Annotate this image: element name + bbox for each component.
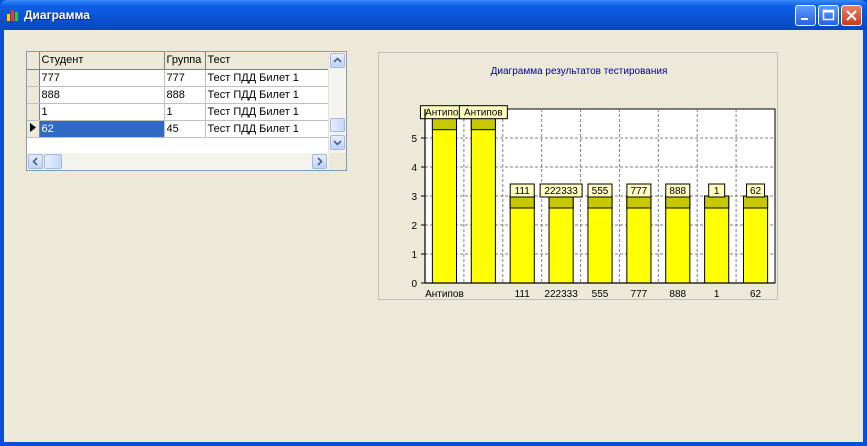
bar xyxy=(704,195,730,284)
y-tick-label: 2 xyxy=(411,221,417,232)
bar-cap xyxy=(743,195,769,209)
data-label: 62 xyxy=(750,186,762,197)
bar xyxy=(470,117,496,284)
window-title: Диаграмма xyxy=(24,8,90,22)
data-label: Антипов xyxy=(464,108,503,119)
bar-cap xyxy=(548,195,574,209)
chart: Диаграмма результатов тестирования 0 1 2 3 4… xyxy=(411,66,776,300)
title-bar[interactable]: Диаграмма xyxy=(0,0,867,30)
scroll-up-button[interactable] xyxy=(330,53,345,68)
plot-area: 012345АнтиповАнтиповАнтипов1111112223332… xyxy=(411,105,776,300)
vertical-scroll-thumb[interactable] xyxy=(330,118,345,132)
bar-cap xyxy=(509,195,535,209)
cell-group[interactable]: 45 xyxy=(164,120,206,138)
cell-group[interactable]: 888 xyxy=(164,86,206,104)
cell-test[interactable]: Тест ПДД Билет 1 xyxy=(205,103,330,121)
minimize-icon xyxy=(801,18,808,20)
horizontal-scrollbar[interactable] xyxy=(27,153,329,170)
x-tick-label: 1 xyxy=(714,289,720,299)
data-grid[interactable]: Студент Группа Тест 777 777 Тест ПДД Бил… xyxy=(26,51,347,171)
cell-test[interactable]: Тест ПДД Билет 1 xyxy=(205,86,330,104)
column-header-group[interactable]: Группа xyxy=(164,52,206,70)
bar xyxy=(431,117,457,284)
row-indicator-current[interactable] xyxy=(27,120,40,138)
bar xyxy=(509,195,535,284)
y-tick-label: 5 xyxy=(411,134,417,145)
scroll-right-button[interactable] xyxy=(312,154,327,169)
data-label: 1 xyxy=(714,186,720,197)
bar-cap xyxy=(665,195,691,209)
client-area: Студент Группа Тест 777 777 Тест ПДД Бил… xyxy=(4,30,863,442)
table-row-selected[interactable]: 62 45 Тест ПДД Билет 1 xyxy=(27,120,330,138)
grid-table: Студент Группа Тест 777 777 Тест ПДД Бил… xyxy=(27,52,330,138)
cell-test[interactable]: Тест ПДД Билет 1 xyxy=(205,120,330,138)
maximize-icon xyxy=(822,9,835,21)
scroll-down-button[interactable] xyxy=(330,135,345,150)
scroll-left-button[interactable] xyxy=(28,154,43,169)
data-label: 777 xyxy=(631,186,648,197)
arrow-left-icon xyxy=(32,157,38,166)
table-row[interactable]: 1 1 Тест ПДД Билет 1 xyxy=(27,103,330,121)
x-tick-label: 111 xyxy=(515,289,531,299)
row-indicator[interactable] xyxy=(27,103,40,121)
row-indicator[interactable] xyxy=(27,86,40,104)
x-tick-label: 555 xyxy=(592,289,609,299)
data-label: 888 xyxy=(669,186,686,197)
table-row[interactable]: 888 888 Тест ПДД Билет 1 xyxy=(27,86,330,104)
horizontal-scroll-thumb[interactable] xyxy=(44,154,62,169)
cell-group[interactable]: 777 xyxy=(164,69,206,87)
app-icon xyxy=(7,10,18,21)
x-tick-label: Антипов xyxy=(425,289,464,299)
bar xyxy=(626,195,652,284)
close-icon xyxy=(846,10,857,21)
bar xyxy=(587,195,613,284)
cell-student[interactable]: 62 xyxy=(39,120,165,138)
column-header-student[interactable]: Студент xyxy=(39,52,165,70)
cell-student[interactable]: 1 xyxy=(39,103,165,121)
y-tick-label: 3 xyxy=(411,192,417,203)
maximize-button[interactable] xyxy=(818,5,839,26)
close-button[interactable] xyxy=(841,5,862,26)
bar-cap xyxy=(587,195,613,209)
minimize-button[interactable] xyxy=(795,5,816,26)
data-label: 555 xyxy=(592,186,609,197)
indicator-header xyxy=(27,52,40,70)
y-tick-label: 4 xyxy=(411,163,417,174)
bar-cap xyxy=(470,117,496,131)
table-row[interactable]: 777 777 Тест ПДД Билет 1 xyxy=(27,69,330,87)
y-tick-label: 0 xyxy=(411,279,417,290)
bar-cap xyxy=(704,195,730,209)
grid-header: Студент Группа Тест xyxy=(27,52,330,70)
scrollbar-corner xyxy=(329,153,346,170)
chart-title: Диаграмма результатов тестирования xyxy=(491,66,668,77)
cell-student[interactable]: 777 xyxy=(39,69,165,87)
x-tick-label: 62 xyxy=(750,289,762,299)
arrow-up-icon xyxy=(333,57,342,63)
x-tick-label: 777 xyxy=(631,289,648,299)
bar xyxy=(548,195,574,284)
bar xyxy=(665,195,691,284)
x-tick-label: 222333 xyxy=(544,289,578,299)
row-indicator[interactable] xyxy=(27,69,40,87)
bar-cap xyxy=(431,117,457,131)
bar xyxy=(743,195,769,284)
data-label: 111 xyxy=(515,186,531,197)
arrow-right-icon xyxy=(317,157,323,166)
chart-panel: Диаграмма результатов тестирования 0 1 2 3 4… xyxy=(378,52,778,300)
data-label: 222333 xyxy=(544,186,578,197)
window: Диаграмма Студент Группа Тест 777 777 Те… xyxy=(0,0,867,446)
vertical-scrollbar[interactable] xyxy=(328,52,346,153)
cell-group[interactable]: 1 xyxy=(164,103,206,121)
x-tick-label: 888 xyxy=(669,289,686,299)
bar-cap xyxy=(626,195,652,209)
current-row-arrow-icon xyxy=(29,122,36,132)
y-tick-label: 1 xyxy=(411,250,417,261)
cell-test[interactable]: Тест ПДД Билет 1 xyxy=(205,69,330,87)
column-header-test[interactable]: Тест xyxy=(205,52,330,70)
cell-student[interactable]: 888 xyxy=(39,86,165,104)
data-label: Антипов xyxy=(425,108,464,119)
arrow-down-icon xyxy=(333,140,342,146)
